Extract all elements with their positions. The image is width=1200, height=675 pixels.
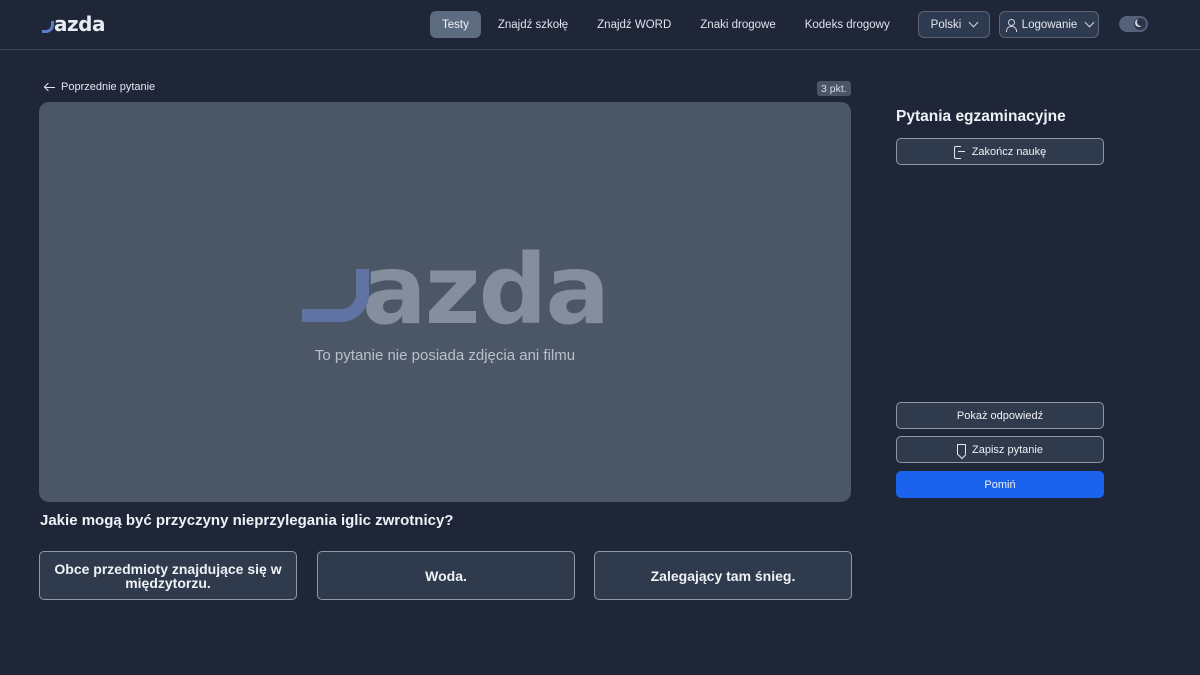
bookmark-icon <box>957 444 967 455</box>
chevron-down-icon <box>968 17 979 28</box>
previous-question-link[interactable]: Poprzednie pytanie <box>44 81 155 93</box>
previous-question-label: Poprzednie pytanie <box>61 81 156 93</box>
dark-mode-toggle[interactable] <box>1119 16 1148 32</box>
save-question-button[interactable]: Zapisz pytanie <box>896 436 1104 463</box>
logout-icon <box>953 146 966 159</box>
nav-find-word[interactable]: Znajdź WORD <box>585 11 683 38</box>
points-badge: 3 pkt. <box>817 81 851 96</box>
question-media-placeholder: azda To pytanie nie posiada zdjęcia ani … <box>39 102 851 502</box>
main-nav: Testy Znajdź szkołę Znajdź WORD Znaki dr… <box>430 11 959 38</box>
logo-mark-icon <box>42 15 54 37</box>
end-study-button[interactable]: Zakończ naukę <box>896 138 1104 165</box>
top-navbar: azda Testy Znajdź szkołę Znajdź WORD Zna… <box>0 0 1200 50</box>
placeholder-logo: azda <box>302 240 610 338</box>
logo-mark-icon <box>302 242 369 322</box>
nav-road-signs[interactable]: Znaki drogowe <box>688 11 787 38</box>
login-label: Logowanie <box>1021 18 1078 31</box>
no-media-text: To pytanie nie posiada zdjęcia ani filmu <box>314 347 576 364</box>
answer-option-1[interactable]: Obce przedmioty znajdujące się w międzyt… <box>39 551 297 600</box>
answer-option-2[interactable]: Woda. <box>317 551 575 600</box>
show-answer-button[interactable]: Pokaż odpowiedź <box>896 402 1104 429</box>
logo[interactable]: azda <box>42 11 105 37</box>
user-icon <box>1005 19 1017 32</box>
skip-label: Pomiń <box>984 478 1016 491</box>
chevron-down-icon <box>1084 17 1095 28</box>
nav-find-school[interactable]: Znajdź szkołę <box>486 11 580 38</box>
moon-icon <box>1137 18 1145 26</box>
save-question-label: Zapisz pytanie <box>972 443 1043 456</box>
nav-testy[interactable]: Testy <box>430 11 481 38</box>
arrow-left-icon <box>44 82 55 92</box>
logo-text: azda <box>54 12 105 36</box>
skip-button[interactable]: Pomiń <box>896 471 1104 498</box>
question-text: Jakie mogą być przyczyny nieprzylegania … <box>40 512 454 529</box>
answer-option-3[interactable]: Zalegający tam śnieg. <box>594 551 852 600</box>
language-label: Polski <box>930 18 962 31</box>
show-answer-label: Pokaż odpowiedź <box>956 409 1044 422</box>
language-select[interactable]: Polski <box>918 11 990 38</box>
login-button[interactable]: Logowanie <box>999 11 1099 38</box>
nav-highway-code[interactable]: Kodeks drogowy <box>793 11 902 38</box>
sidebar-title: Pytania egzaminacyjne <box>896 108 1066 125</box>
end-study-label: Zakończ naukę <box>971 145 1047 158</box>
placeholder-logo-text: azda <box>362 234 610 346</box>
